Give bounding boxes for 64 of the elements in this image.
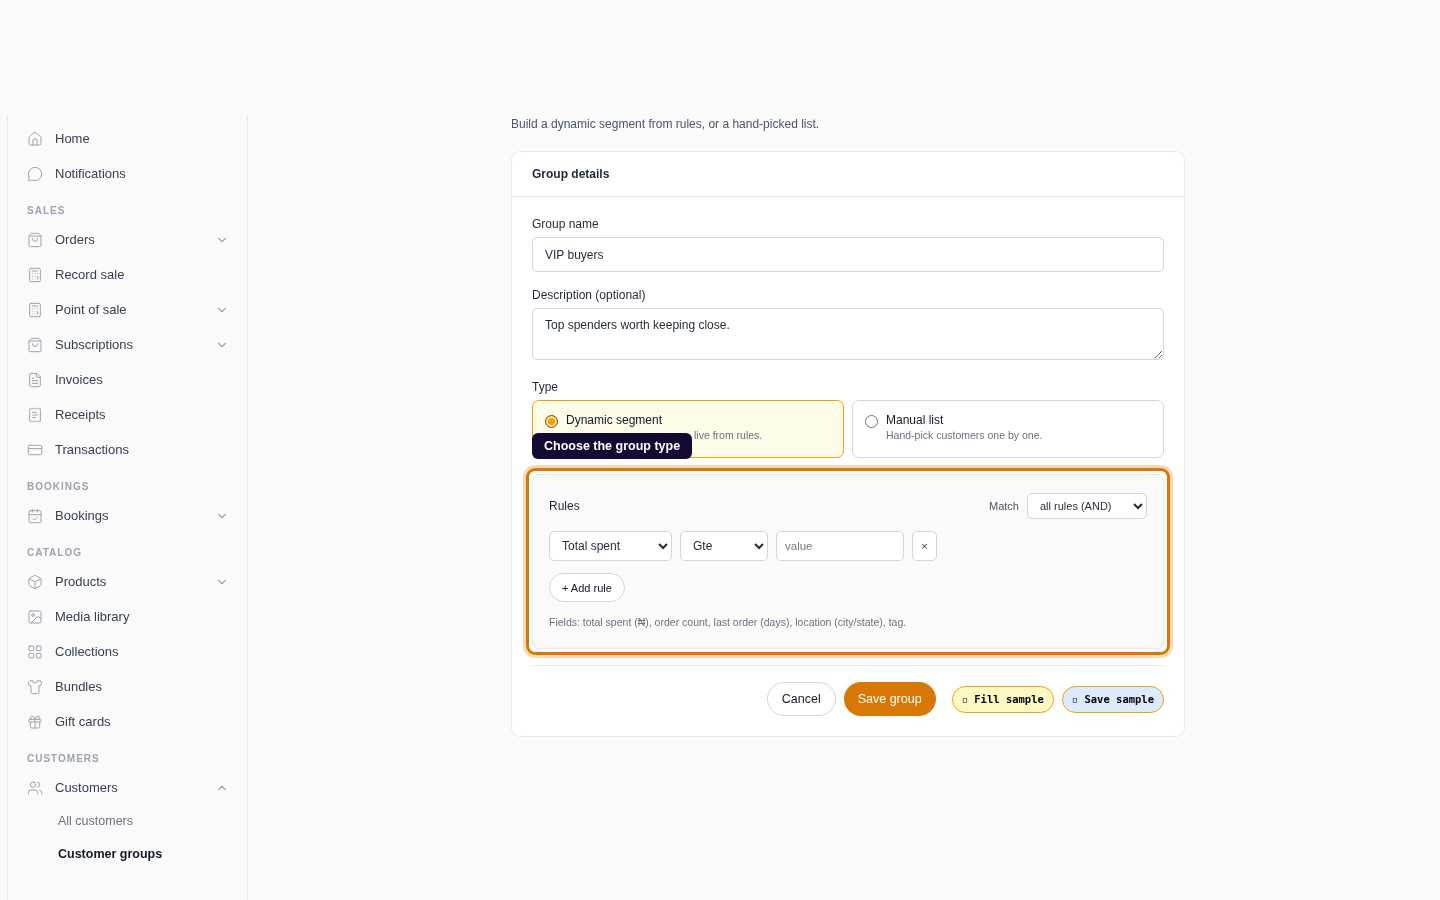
- type-option[interactable]: Manual list Hand-pick customers one by one.: [852, 400, 1164, 458]
- gift-icon: [27, 713, 43, 730]
- bag-icon: [27, 231, 43, 248]
- sidebar-item[interactable]: Media library: [21, 599, 235, 634]
- operator-select[interactable]: Gte: [680, 531, 768, 561]
- bag-icon: [27, 336, 43, 353]
- calculator-icon: [27, 301, 43, 318]
- value-field[interactable]: value: [776, 531, 904, 561]
- card-title: Group details: [512, 152, 1184, 197]
- sidebar-item[interactable]: Point of sale: [21, 292, 235, 327]
- sidebar-item[interactable]: Orders: [21, 222, 235, 257]
- section-heading: SALES: [26, 204, 67, 218]
- calendar-icon: [27, 507, 43, 524]
- option-title: Dynamic segment: [566, 413, 664, 427]
- sidebar-item[interactable]: Receipts: [21, 397, 235, 432]
- sidebar-item[interactable]: Record sale: [21, 257, 235, 292]
- field-select[interactable]: Total spent: [549, 531, 672, 561]
- grid-icon: [27, 643, 43, 660]
- receipt-icon: [27, 406, 43, 423]
- sidebar-item[interactable]: Collections: [21, 634, 235, 669]
- option-hint: live from rules.: [693, 429, 763, 441]
- sidebar-subitem[interactable]: Customer groups: [21, 838, 235, 871]
- image-icon: [27, 608, 43, 625]
- document-icon: [27, 371, 43, 388]
- field-label: Group name: [532, 217, 600, 231]
- section-heading: CATALOG: [26, 546, 83, 560]
- radio-button[interactable]: [865, 415, 878, 428]
- calculator-icon: [27, 266, 43, 283]
- sample-button[interactable]: ▫ Fill sample: [951, 685, 1054, 713]
- match-select[interactable]: all rules (AND): [1027, 493, 1147, 519]
- chat-bubble-icon: [27, 165, 43, 182]
- add-rule-button[interactable]: + Add rule: [549, 573, 625, 602]
- remove-rule-button[interactable]: ×: [912, 531, 937, 561]
- option-hint: Hand-pick customers one by one.: [886, 429, 1043, 441]
- radio-button[interactable]: [545, 415, 558, 428]
- sidebar-item[interactable]: Transactions: [21, 432, 235, 467]
- option-title: Manual list: [886, 413, 945, 427]
- sidebar-item[interactable]: Products: [21, 564, 235, 599]
- sidebar-item[interactable]: Notifications: [21, 156, 235, 191]
- field-label: Type: [532, 380, 559, 394]
- users-icon: [27, 779, 43, 796]
- description-field[interactable]: Top spenders worth keeping close.: [532, 308, 1164, 360]
- tooltip: Choose the group type: [532, 433, 693, 459]
- section-heading: CUSTOMERS: [26, 752, 101, 766]
- sidebar-item[interactable]: Gift cards: [21, 704, 235, 739]
- bundle-icon: [27, 678, 43, 695]
- cube-icon: [27, 573, 43, 590]
- sidebar-item[interactable]: Bundles: [21, 669, 235, 704]
- group-name-field[interactable]: VIP buyers: [532, 237, 1164, 272]
- sidebar-item[interactable]: Customers: [21, 770, 235, 805]
- section-heading: BOOKINGS: [26, 480, 91, 494]
- sidebar-item[interactable]: Invoices: [21, 362, 235, 397]
- page-description: Build a dynamic segment from rules, or a hand-picked list.: [511, 117, 821, 131]
- sidebar-subitem[interactable]: All customers: [21, 805, 235, 838]
- sidebar-item[interactable]: Bookings: [21, 498, 235, 533]
- help-text: Fields: total spent (₦), order count, last order (days), location (city/state), tag.: [549, 616, 908, 628]
- sample-button[interactable]: ▫ Save sample: [1061, 685, 1164, 713]
- cancel-button[interactable]: Cancel: [766, 682, 836, 716]
- home-icon: [27, 130, 43, 147]
- field-label: Description (optional): [532, 288, 647, 302]
- sidebar-item[interactable]: Home: [21, 121, 235, 156]
- match-label: Match: [989, 500, 1019, 512]
- sidebar-item[interactable]: Subscriptions: [21, 327, 235, 362]
- rules-heading: Rules: [549, 499, 580, 513]
